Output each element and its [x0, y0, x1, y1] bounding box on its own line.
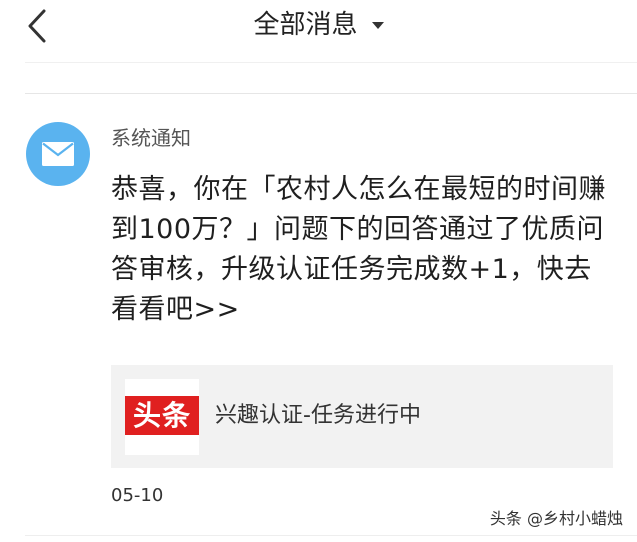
toutiao-logo: 头条 [125, 379, 199, 455]
message-body-link[interactable]: 恭喜，你在「农村人怎么在最短的时间赚到100万？」问题下的回答通过了优质问答审核… [111, 170, 606, 330]
avatar [26, 122, 90, 186]
header-divider [25, 62, 637, 63]
caret-down-icon [371, 15, 384, 34]
message-sender: 系统通知 [111, 126, 191, 150]
list-top-divider [25, 93, 637, 94]
page-title: 全部消息 [253, 10, 358, 40]
bottom-divider [25, 535, 637, 536]
toutiao-logo-text: 头条 [125, 396, 199, 435]
task-card[interactable]: 头条 兴趣认证-任务进行中 [111, 365, 613, 468]
watermark: 头条 @乡村小蜡烛 [489, 509, 623, 528]
header-bar: 全部消息 [0, 0, 637, 52]
title-dropdown[interactable]: 全部消息 [0, 5, 637, 45]
message-date: 05-10 [111, 485, 164, 506]
mail-icon [42, 142, 74, 166]
task-card-title: 兴趣认证-任务进行中 [215, 403, 421, 428]
